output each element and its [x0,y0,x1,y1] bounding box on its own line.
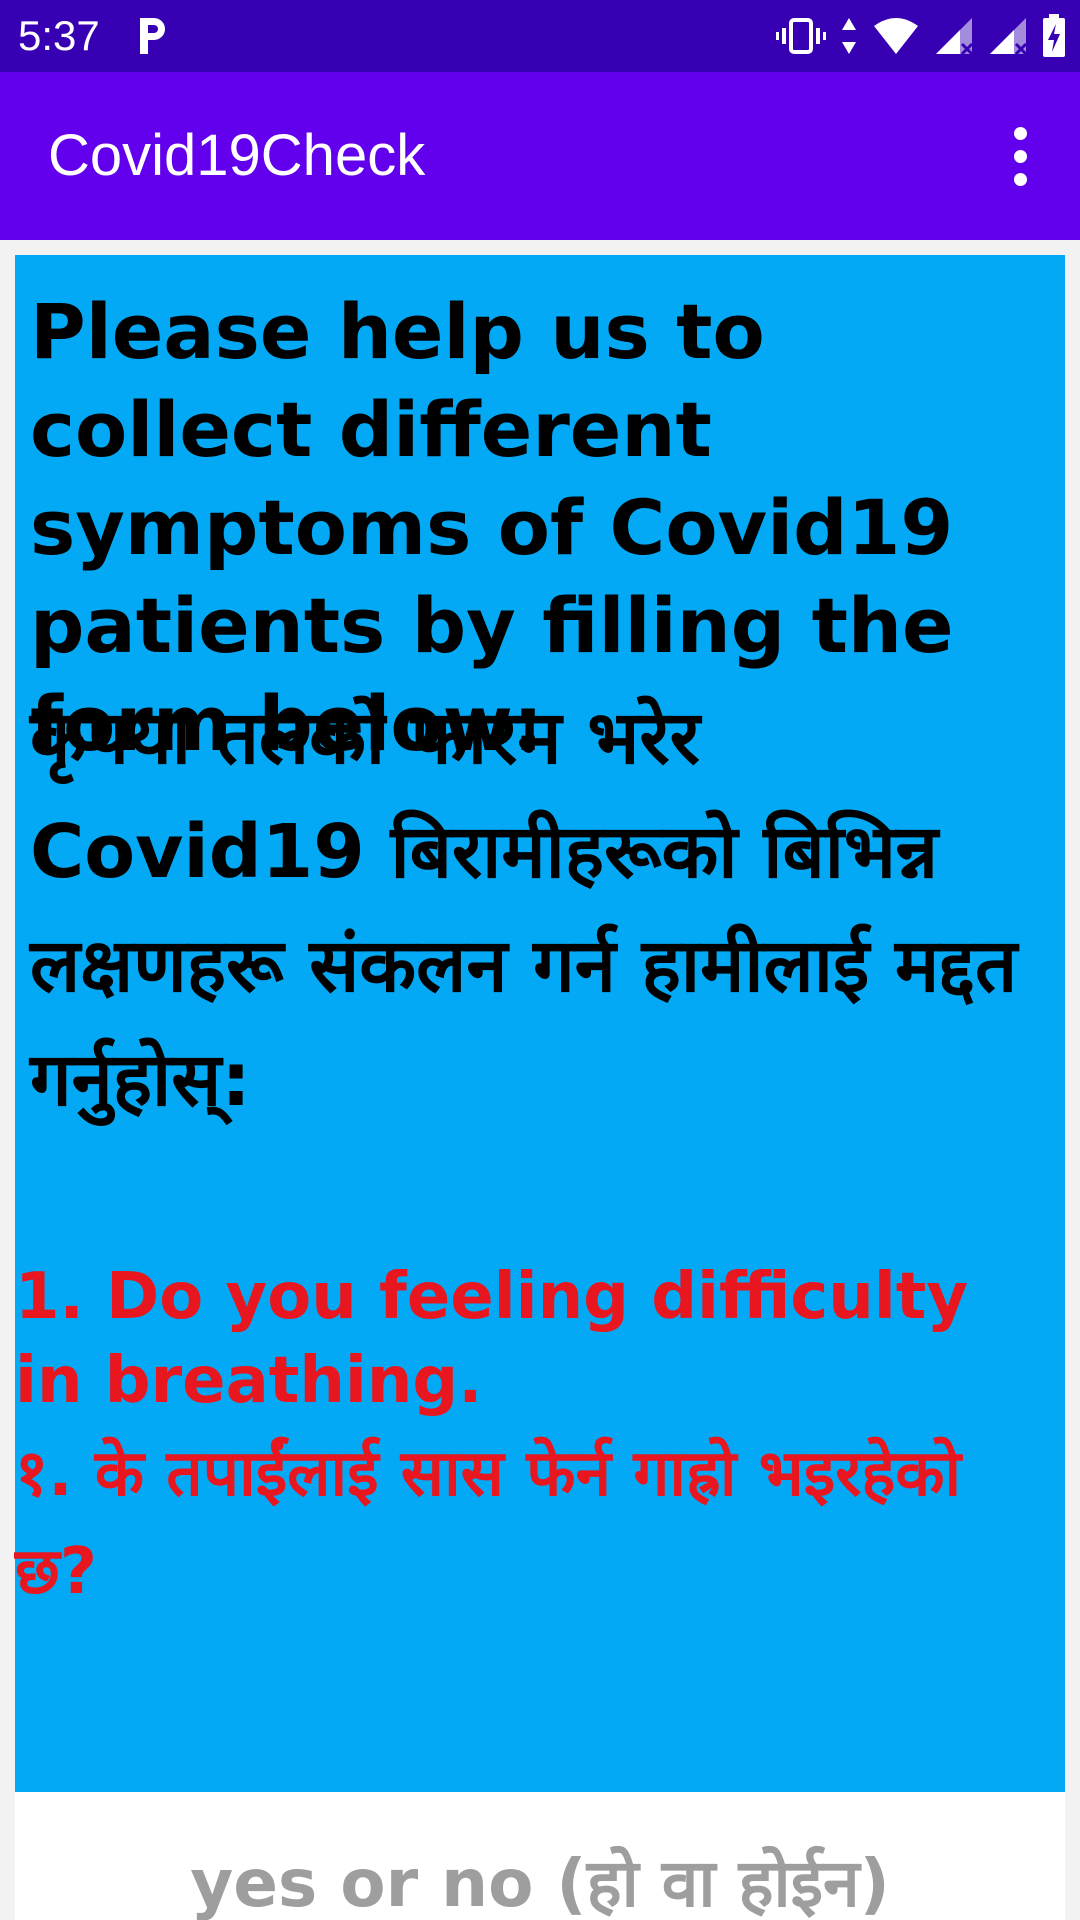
status-icons [776,14,1066,58]
more-vert-icon[interactable] [988,124,1052,188]
vibrate-icon [776,18,826,54]
question-text-english: 1. Do you feeling difficulty in breathin… [15,1260,969,1418]
parking-icon [140,18,165,54]
wifi-icon [874,18,918,54]
app-title: Covid19Check [48,123,426,188]
question-text-nepali: १. के तपाईंलाई सास फेर्न गाह्रो भइरहेको … [15,1437,962,1609]
question-card: Please help us to collect different symp… [15,255,1065,1792]
answer-placeholder[interactable]: yes or no (हो वा होईन) [15,1844,1065,1920]
data-arrows-icon [842,18,856,54]
answer-input[interactable]: yes or no (हो वा होईन) [15,1792,1065,1920]
battery-charging-icon [1043,14,1065,57]
status-bar: 5:37 [0,0,1080,72]
status-time: 5:37 [18,12,100,59]
app-bar: Covid19Check [0,72,1080,240]
intro-text-nepali: कृपया तलको फारम भरेर Covid19 बिरामीहरूको… [30,695,1018,1123]
signal-icon [936,18,974,56]
signal-icon [990,18,1028,56]
